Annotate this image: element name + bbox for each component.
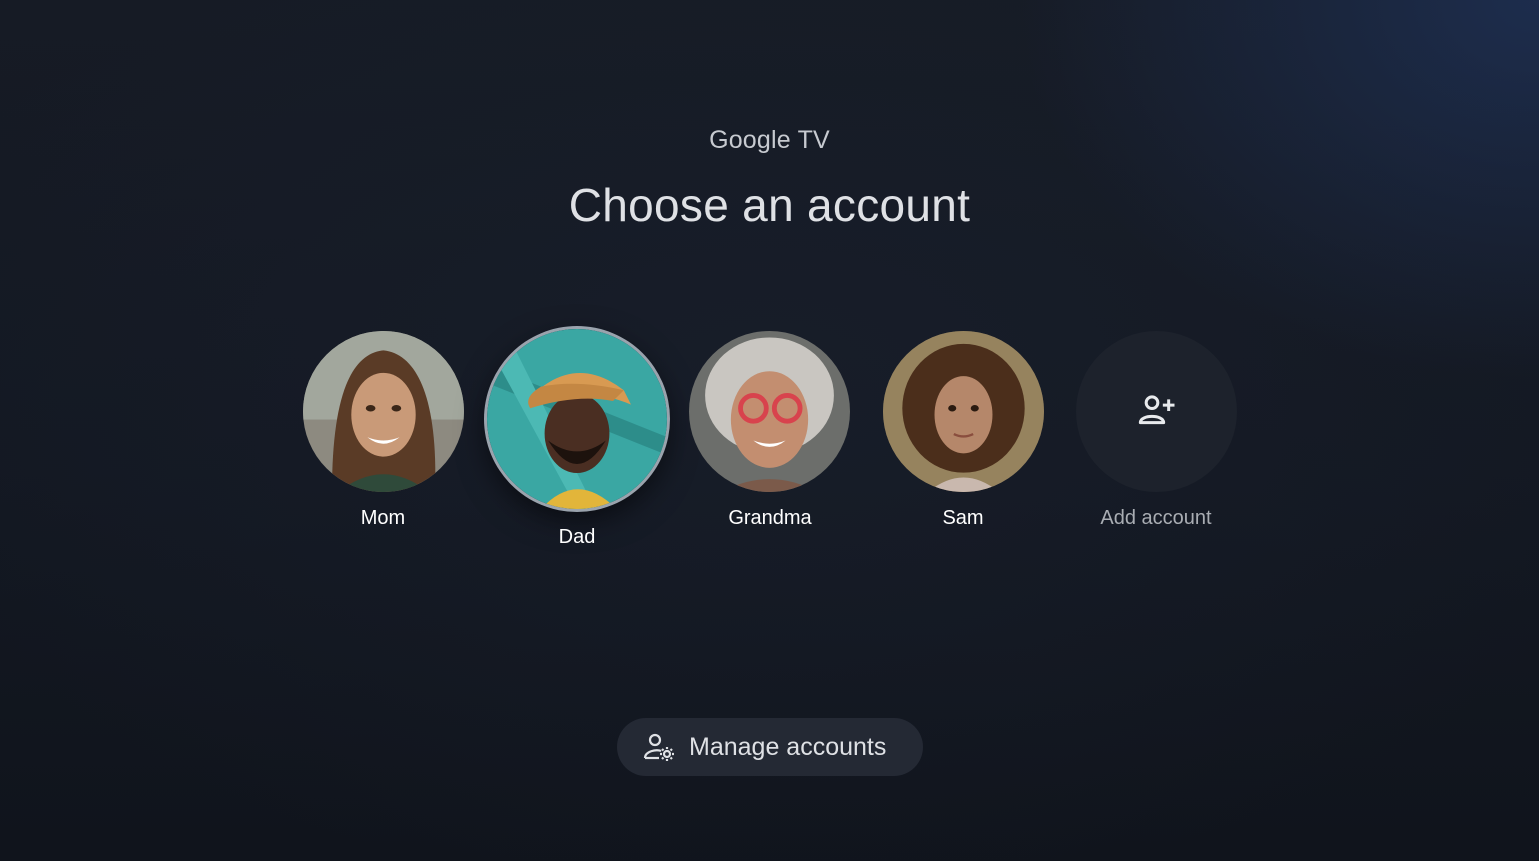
brand-logo: Google TV: [709, 126, 830, 154]
avatar: [487, 329, 667, 509]
avatar: [883, 331, 1044, 492]
manage-accounts-icon: [643, 733, 674, 761]
manage-accounts-label: Manage accounts: [689, 732, 887, 761]
page-title: Choose an account: [568, 179, 971, 231]
person-add-icon: [1138, 395, 1175, 425]
avatar: [303, 331, 464, 492]
add-account-label: Add account: [1100, 507, 1212, 529]
add-account-button[interactable]: Add account: [1036, 331, 1276, 541]
manage-accounts-button[interactable]: Manage accounts: [617, 718, 923, 776]
add-account-circle: [1076, 331, 1237, 492]
avatar: [689, 331, 850, 492]
